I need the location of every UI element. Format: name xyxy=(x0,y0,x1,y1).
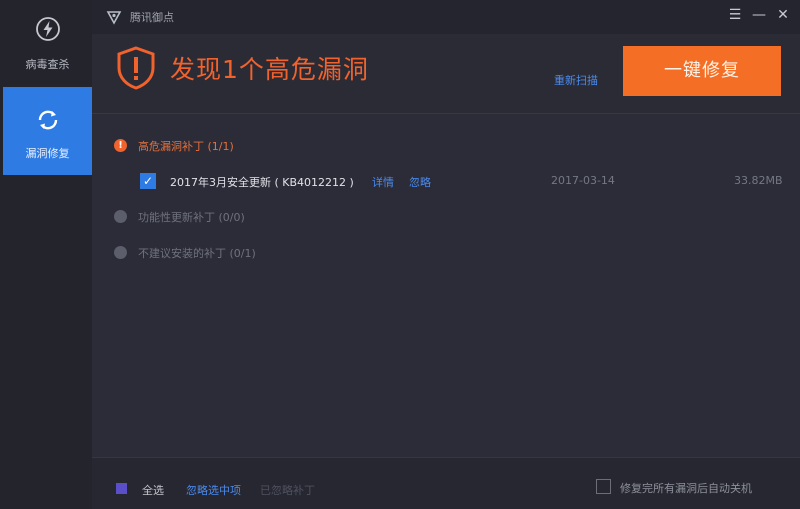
category-label: 高危漏洞补丁 (1/1) xyxy=(138,140,234,153)
window-title: 腾讯御点 xyxy=(130,11,174,24)
sidebar-item-vuln-fix[interactable]: 漏洞修复 xyxy=(3,87,92,175)
alert-icon: ! xyxy=(114,139,127,152)
sidebar-item-label: 病毒查杀 xyxy=(25,58,70,71)
title-bar: 腾讯御点 ☰ — ✕ xyxy=(92,0,800,34)
patch-date: 2017-03-14 xyxy=(551,174,615,187)
footer-bar: 全选 忽略选中项 已忽略补丁 修复完所有漏洞后自动关机 xyxy=(92,457,800,509)
page-title: 发现1个高危漏洞 xyxy=(170,55,369,84)
patch-size: 33.82MB xyxy=(734,174,783,187)
category-label: 不建议安装的补丁 (0/1) xyxy=(138,247,256,260)
patch-name: 2017年3月安全更新 ( KB4012212 ) xyxy=(170,176,354,189)
patch-checkbox[interactable]: ✓ xyxy=(140,173,156,189)
ignore-selected-link[interactable]: 忽略选中项 xyxy=(186,482,241,498)
menu-icon[interactable]: ☰ xyxy=(726,6,744,24)
category-dot-icon xyxy=(114,246,127,259)
refresh-icon xyxy=(38,110,58,130)
sidebar-item-label: 漏洞修复 xyxy=(25,147,70,160)
scan-result-header: 发现1个高危漏洞 重新扫描 一键修复 xyxy=(92,34,800,114)
category-dot-icon xyxy=(114,210,127,223)
sidebar: 病毒查杀 漏洞修复 xyxy=(0,0,92,509)
minimize-icon[interactable]: — xyxy=(750,6,768,24)
ignored-patches-link[interactable]: 已忽略补丁 xyxy=(260,482,315,498)
warning-shield-icon xyxy=(117,46,155,90)
auto-shutdown-label: 修复完所有漏洞后自动关机 xyxy=(620,482,752,495)
category-label: 功能性更新补丁 (0/0) xyxy=(138,211,245,224)
patch-ignore-link[interactable]: 忽略 xyxy=(409,174,431,190)
one-click-fix-button[interactable]: 一键修复 xyxy=(623,46,781,96)
lightning-icon xyxy=(36,17,60,41)
list-item[interactable]: ✓ 2017年3月安全更新 ( KB4012212 ) 详情 忽略 2017-0… xyxy=(140,171,790,193)
select-all-label[interactable]: 全选 xyxy=(142,482,164,498)
patch-list: ! 高危漏洞补丁 (1/1) ✓ 2017年3月安全更新 ( KB4012212… xyxy=(92,115,800,457)
patch-detail-link[interactable]: 详情 xyxy=(372,174,394,190)
auto-shutdown-checkbox[interactable] xyxy=(596,479,611,494)
app-window: 病毒查杀 漏洞修复 腾讯御点 ☰ — ✕ 发现1个高危漏洞 重新扫描 一键修复 … xyxy=(0,0,800,509)
app-logo-icon xyxy=(106,11,122,25)
select-all-checkbox[interactable] xyxy=(116,483,127,494)
rescan-link[interactable]: 重新扫描 xyxy=(554,72,598,88)
close-icon[interactable]: ✕ xyxy=(774,6,792,24)
sidebar-item-virus-scan[interactable]: 病毒查杀 xyxy=(3,0,92,88)
